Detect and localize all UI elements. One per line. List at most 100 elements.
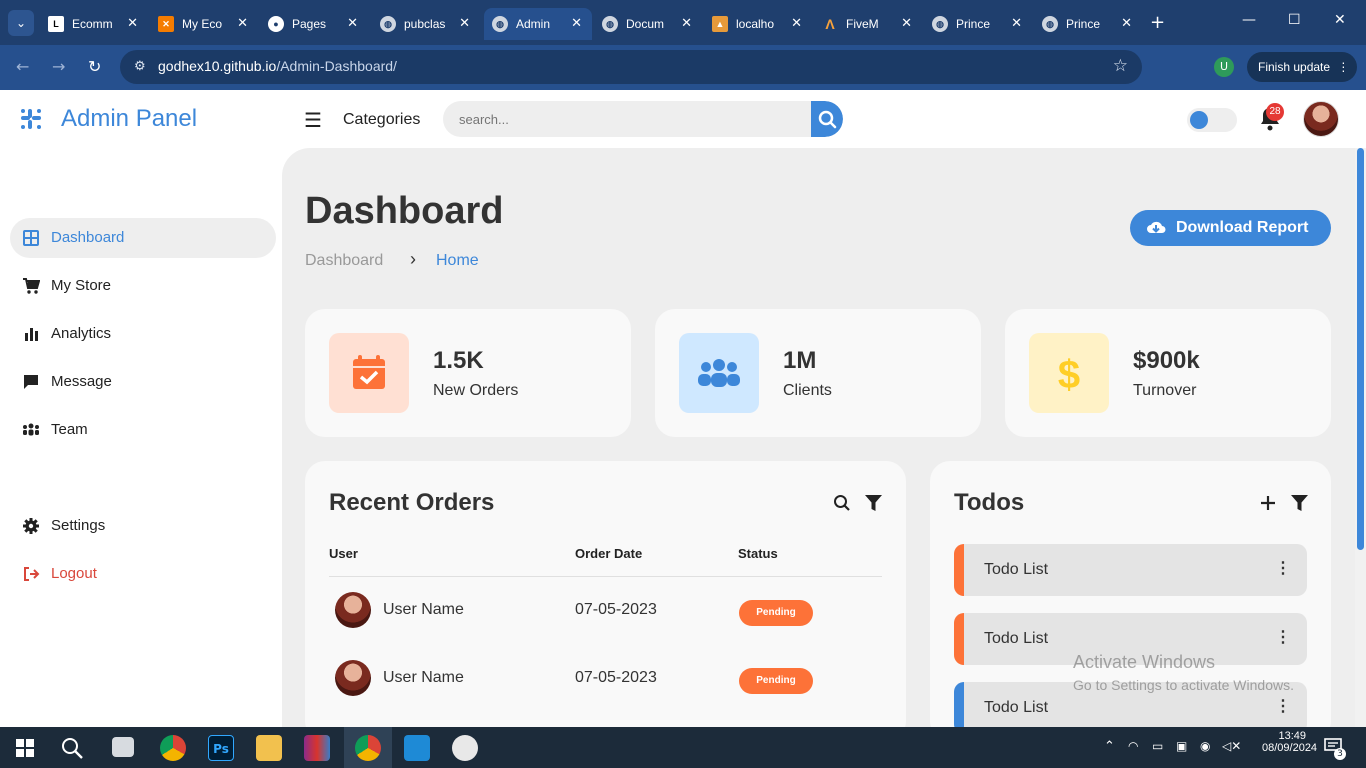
breadcrumb-dashboard[interactable]: Dashboard xyxy=(305,252,383,270)
stat-value: 1.5K xyxy=(433,347,484,374)
search-icon[interactable] xyxy=(833,494,851,512)
system-clock[interactable]: 13:49 08/09/2024 xyxy=(1262,730,1317,754)
finish-update-button[interactable]: Finish update ⋮ xyxy=(1247,52,1357,82)
search-input[interactable] xyxy=(443,101,811,137)
categories-link[interactable]: Categories xyxy=(343,111,420,129)
people-icon xyxy=(679,333,759,413)
search-icon[interactable] xyxy=(60,736,84,760)
tab-6[interactable]: ◍ Docum ✕ xyxy=(594,8,702,40)
sidebar-item-analytics[interactable]: Analytics xyxy=(10,314,276,354)
tab-7[interactable]: ▲ localho ✕ xyxy=(704,8,812,40)
sidebar-item-label: Analytics xyxy=(51,325,112,342)
tab-4[interactable]: ◍ pubclas ✕ xyxy=(372,8,480,40)
window-close-icon[interactable]: ✕ xyxy=(1334,12,1346,28)
more-vertical-icon[interactable]: ⋮ xyxy=(1275,696,1291,716)
breadcrumb-home[interactable]: Home xyxy=(436,252,479,270)
tab-search-button[interactable]: ⌄ xyxy=(8,10,34,36)
address-bar[interactable]: ⚙ godhex10.github.io/Admin-Dashboard/ ☆ xyxy=(120,50,1142,84)
tab-3[interactable]: ● Pages ✕ xyxy=(260,8,368,40)
table-row[interactable]: User Name 07-05-2023 Pending xyxy=(329,648,882,708)
camera-icon[interactable]: ◉ xyxy=(1200,739,1210,753)
close-icon[interactable]: ✕ xyxy=(1011,15,1022,31)
sidebar-item-settings[interactable]: Settings xyxy=(10,506,276,546)
close-icon[interactable]: ✕ xyxy=(901,15,912,31)
sidebar-item-dashboard[interactable]: Dashboard xyxy=(10,218,276,258)
toggle-knob xyxy=(1190,111,1208,129)
globe-icon: ◍ xyxy=(380,16,396,32)
recent-orders-title: Recent Orders xyxy=(329,489,495,516)
task-view-icon[interactable] xyxy=(112,737,134,757)
sidebar-item-my-store[interactable]: My Store xyxy=(10,266,276,306)
new-tab-icon[interactable]: + xyxy=(1150,12,1165,33)
file-explorer-icon[interactable] xyxy=(256,735,282,761)
finish-update-label: Finish update xyxy=(1258,60,1331,74)
reload-icon[interactable]: ↻ xyxy=(88,57,101,76)
tab-2[interactable]: ✕ My Eco ✕ xyxy=(150,8,258,40)
globe-icon: ◍ xyxy=(492,16,508,32)
display-icon[interactable]: ▣ xyxy=(1176,739,1187,753)
close-icon[interactable]: ✕ xyxy=(127,15,138,31)
notification-center[interactable]: 3 xyxy=(1324,738,1346,760)
chrome-profile-icon[interactable] xyxy=(355,735,381,761)
chrome-icon[interactable] xyxy=(160,735,186,761)
windows-start-icon[interactable] xyxy=(16,739,34,757)
close-icon[interactable]: ✕ xyxy=(681,15,692,31)
menu-icon[interactable]: ☰ xyxy=(304,108,322,133)
table-row[interactable]: User Name 07-05-2023 Pending xyxy=(329,580,882,640)
todo-item[interactable]: Todo List ⋮ xyxy=(954,544,1307,596)
tab-title: Docum xyxy=(626,17,665,31)
page-scrollbar[interactable] xyxy=(1355,148,1366,727)
tab-5-active[interactable]: ◍ Admin ✕ xyxy=(484,8,592,40)
download-report-button[interactable]: Download Report xyxy=(1130,210,1331,246)
calendar-check-icon xyxy=(329,333,409,413)
add-icon[interactable] xyxy=(1260,495,1276,511)
filter-icon[interactable] xyxy=(1291,495,1308,511)
search-button[interactable] xyxy=(811,101,843,137)
brand-name: Admin Panel xyxy=(61,105,198,132)
close-icon[interactable]: ✕ xyxy=(237,15,248,31)
tab-9[interactable]: ◍ Prince ✕ xyxy=(924,8,1032,40)
chevron-up-icon[interactable]: ⌃ xyxy=(1104,739,1115,754)
order-user-name: User Name xyxy=(383,601,464,618)
scrollbar-thumb[interactable] xyxy=(1357,148,1364,550)
more-vertical-icon[interactable]: ⋮ xyxy=(1275,558,1291,578)
paint-icon[interactable] xyxy=(452,735,478,761)
sidebar-item-team[interactable]: Team xyxy=(10,410,276,450)
back-icon[interactable]: ← xyxy=(16,57,29,76)
site-info-icon[interactable]: ⚙ xyxy=(134,58,146,74)
tab-title: Ecomm xyxy=(72,17,113,31)
photoshop-icon[interactable]: Ps xyxy=(208,735,234,761)
theme-toggle[interactable] xyxy=(1187,108,1237,132)
minimize-icon[interactable]: — xyxy=(1242,12,1256,28)
close-icon[interactable]: ✕ xyxy=(1121,15,1132,31)
close-icon[interactable]: ✕ xyxy=(459,15,470,31)
tab-8[interactable]: Λ FiveM ✕ xyxy=(814,8,922,40)
filter-icon[interactable] xyxy=(865,495,882,511)
xampp-icon: ✕ xyxy=(158,16,174,32)
url-path: /Admin-Dashboard/ xyxy=(276,58,397,74)
sidebar-item-logout[interactable]: Logout xyxy=(10,554,276,594)
wifi-icon[interactable]: ◠ xyxy=(1128,739,1138,753)
globe-icon: ◍ xyxy=(932,16,948,32)
forward-icon[interactable]: → xyxy=(52,57,65,76)
more-vertical-icon[interactable]: ⋮ xyxy=(1275,627,1291,647)
profile-avatar[interactable]: U xyxy=(1214,57,1234,77)
globe-icon: ◍ xyxy=(602,16,618,32)
tab-10[interactable]: ◍ Prince ✕ xyxy=(1034,8,1142,40)
user-avatar[interactable] xyxy=(1303,101,1339,137)
vscode-icon[interactable] xyxy=(404,735,430,761)
close-icon[interactable]: ✕ xyxy=(347,15,358,31)
close-icon[interactable]: ✕ xyxy=(571,15,582,31)
volume-muted-icon[interactable]: ◁✕ xyxy=(1222,739,1241,753)
battery-icon[interactable]: ▭ xyxy=(1152,739,1163,753)
sidebar-item-message[interactable]: Message xyxy=(10,362,276,402)
windows-taskbar: Ps ⌃ ◠ ▭ ▣ ◉ ◁✕ 13:49 08/09/2024 3 xyxy=(0,727,1366,768)
bookmark-star-icon[interactable]: ☆ xyxy=(1113,56,1128,76)
tab-1[interactable]: L Ecomm ✕ xyxy=(40,8,148,40)
maximize-icon[interactable]: ☐ xyxy=(1288,12,1301,28)
close-icon[interactable]: ✕ xyxy=(791,15,802,31)
winrar-icon[interactable] xyxy=(304,735,330,761)
stat-label: Turnover xyxy=(1133,382,1197,399)
activate-windows-subtext: Go to Settings to activate Windows. xyxy=(1073,677,1294,693)
notification-badge: 28 xyxy=(1266,103,1284,121)
